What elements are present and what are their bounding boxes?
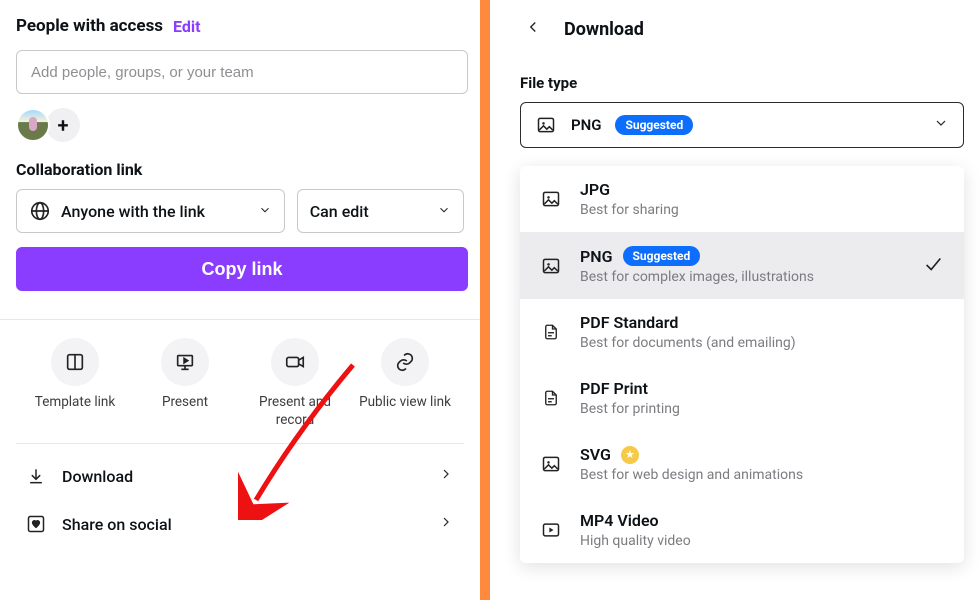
filetype-option-pdf-print[interactable]: PDF Print Best for printing (520, 365, 964, 431)
download-icon (26, 466, 46, 486)
document-icon (540, 322, 562, 342)
share-option-present-record[interactable]: Present and record (240, 338, 350, 429)
edit-access-link[interactable]: Edit (173, 17, 201, 36)
image-icon (540, 454, 562, 474)
share-option-template-link[interactable]: Template link (20, 338, 130, 429)
chevron-down-icon (258, 202, 272, 221)
filetype-dropdown: JPG Best for sharing PNG Suggested Best … (520, 166, 964, 563)
copy-link-button[interactable]: Copy link (16, 247, 468, 291)
avatar[interactable] (16, 108, 50, 142)
filetype-option-jpg[interactable]: JPG Best for sharing (520, 166, 964, 232)
globe-icon (29, 200, 51, 222)
download-row[interactable]: Download (16, 452, 464, 500)
link-permission-select[interactable]: Can edit (297, 189, 464, 233)
suggested-badge: Suggested (615, 115, 693, 135)
link-scope-label: Anyone with the link (61, 202, 205, 221)
access-title: People with access (16, 16, 163, 36)
record-icon (271, 338, 319, 386)
chevron-down-icon (437, 202, 451, 221)
document-icon (540, 388, 562, 408)
share-social-label: Share on social (62, 515, 172, 534)
share-on-social-row[interactable]: Share on social (16, 500, 464, 548)
share-panel: People with access Edit + Collaboration … (0, 0, 480, 600)
image-icon (540, 189, 562, 209)
filetype-select[interactable]: PNG Suggested (520, 102, 964, 148)
link-scope-select[interactable]: Anyone with the link (16, 189, 285, 233)
share-option-present[interactable]: Present (130, 338, 240, 429)
filetype-option-mp4[interactable]: MP4 Video High quality video (520, 497, 964, 563)
download-title: Download (564, 19, 644, 40)
chevron-right-icon (438, 514, 454, 534)
download-panel: Download File type PNG Suggested JPG Bes… (490, 0, 980, 600)
chevron-down-icon (933, 115, 949, 135)
share-option-public-link[interactable]: Public view link (350, 338, 460, 429)
filetype-label: File type (520, 74, 964, 92)
chevron-right-icon (438, 466, 454, 486)
pane-divider (480, 0, 490, 600)
premium-icon: ★ (621, 446, 639, 464)
collab-label: Collaboration link (16, 160, 464, 179)
suggested-badge: Suggested (623, 246, 701, 266)
link-permission-label: Can edit (310, 202, 369, 221)
template-icon (51, 338, 99, 386)
add-people-input[interactable] (16, 50, 468, 94)
download-label: Download (62, 467, 133, 486)
heart-icon (26, 514, 46, 534)
image-icon (540, 256, 562, 276)
back-button[interactable] (520, 14, 546, 44)
image-icon (535, 115, 557, 135)
filetype-option-pdf-standard[interactable]: PDF Standard Best for documents (and ema… (520, 299, 964, 365)
video-icon (540, 520, 562, 540)
check-icon (922, 253, 944, 279)
add-person-button[interactable]: + (46, 108, 80, 142)
filetype-option-svg[interactable]: SVG ★ Best for web design and animations (520, 431, 964, 497)
filetype-option-png[interactable]: PNG Suggested Best for complex images, i… (520, 232, 964, 299)
filetype-selected: PNG (571, 116, 601, 134)
present-icon (161, 338, 209, 386)
link-icon (381, 338, 429, 386)
